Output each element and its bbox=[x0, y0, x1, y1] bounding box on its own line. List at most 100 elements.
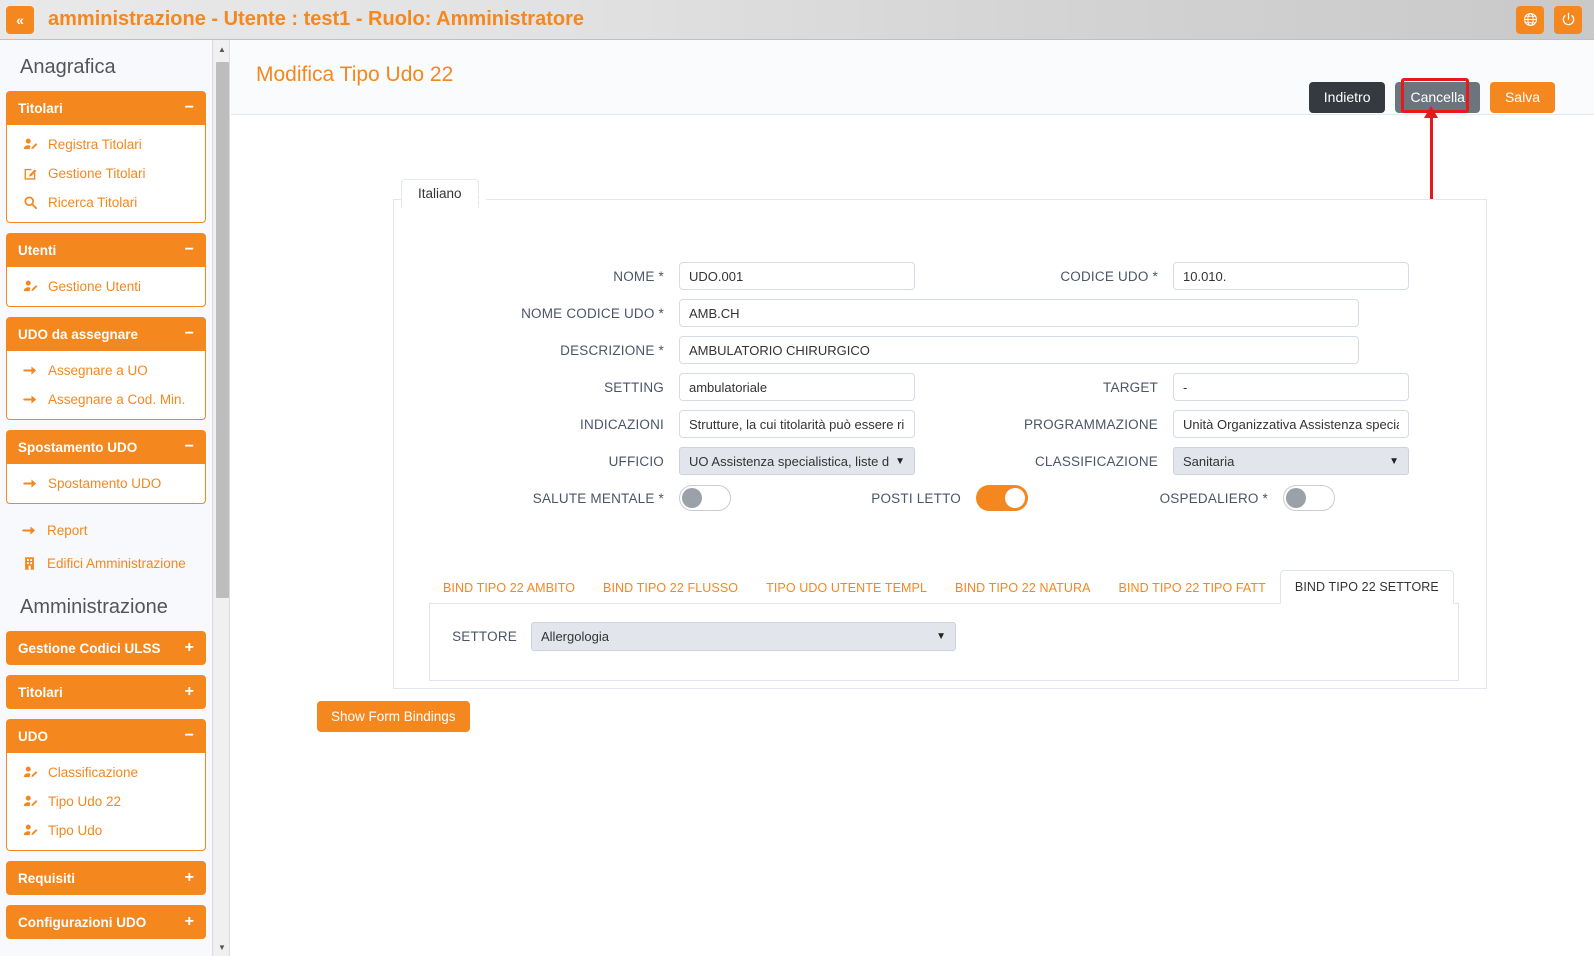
tab-bind-tipo-22-tipo-fatt[interactable]: BIND TIPO 22 TIPO FATT bbox=[1105, 573, 1280, 603]
sidebar-group-label: Utenti bbox=[18, 242, 57, 258]
scrollbar-thumb[interactable] bbox=[216, 62, 229, 598]
scroll-down-arrow-icon[interactable]: ▼ bbox=[213, 938, 231, 956]
sidebar-item-label: Classificazione bbox=[48, 765, 139, 780]
sidebar-item-edifici-amministrazione[interactable]: Edifici Amministrazione bbox=[6, 547, 206, 580]
tab-bind-tipo-22-settore[interactable]: BIND TIPO 22 SETTORE bbox=[1279, 570, 1454, 604]
collapse-icon: − bbox=[184, 241, 194, 258]
sidebar-item-registra-titolari[interactable]: Registra Titolari bbox=[7, 130, 205, 159]
sidebar-item-tipo-udo[interactable]: Tipo Udo bbox=[7, 816, 205, 845]
bind-tab-panel: SETTORE Allergologia ▼ bbox=[429, 604, 1459, 681]
user-edit-icon bbox=[21, 137, 39, 152]
sidebar-item-gestione-utenti[interactable]: Gestione Utenti bbox=[7, 272, 205, 301]
globe-icon bbox=[1523, 13, 1537, 26]
ospedaliero-label: OSPEDALIERO * bbox=[1159, 490, 1268, 506]
sidebar-group: Utenti − Gestione Utenti bbox=[6, 233, 206, 307]
sidebar-item-label: Tipo Udo 22 bbox=[48, 794, 122, 809]
sidebar-item-assegnare-a-uo[interactable]: Assegnare a UO bbox=[7, 356, 205, 385]
sidebar-group-body: Spostamento UDO bbox=[6, 464, 206, 504]
search-icon bbox=[23, 196, 37, 210]
expand-icon: + bbox=[184, 913, 194, 930]
cancel-button[interactable]: Cancella bbox=[1395, 82, 1480, 113]
sidebar: Anagrafica Titolari − Registra Titolari Gest… bbox=[0, 40, 212, 956]
sidebar-group-header-requisiti[interactable]: Requisiti + bbox=[6, 861, 206, 895]
tab-bind-tipo-22-flusso[interactable]: BIND TIPO 22 FLUSSO bbox=[589, 573, 752, 603]
tab-bind-tipo-22-ambito[interactable]: BIND TIPO 22 AMBITO bbox=[429, 573, 589, 603]
sidebar-item-gestione-titolari[interactable]: Gestione Titolari bbox=[7, 159, 205, 188]
tab-tipo-udo-utente-templ[interactable]: TIPO UDO UTENTE TEMPL bbox=[752, 573, 941, 603]
back-button[interactable]: Indietro bbox=[1308, 82, 1386, 113]
sidebar-item-label: Ricerca Titolari bbox=[48, 195, 138, 210]
sidebar-collapse-button[interactable]: « bbox=[6, 5, 34, 34]
logout-power-button[interactable] bbox=[1554, 5, 1582, 34]
sidebar-group-header-gestione-codici-ulss[interactable]: Gestione Codici ULSS + bbox=[6, 631, 206, 665]
sidebar-group: Gestione Codici ULSS + bbox=[6, 631, 206, 665]
arrow-right-icon bbox=[22, 395, 36, 404]
sidebar-group-header-udo-da-assegnare[interactable]: UDO da assegnare − bbox=[6, 317, 206, 351]
arrow-right-icon bbox=[21, 476, 39, 491]
sidebar-group: UDO − Classificazione Tipo Udo 22 Tipo Udo bbox=[6, 719, 206, 851]
show-form-bindings-button[interactable]: Show Form Bindings bbox=[317, 701, 470, 732]
sidebar-item-tipo-udo-22[interactable]: Tipo Udo 22 bbox=[7, 787, 205, 816]
sidebar-item-ricerca-titolari[interactable]: Ricerca Titolari bbox=[7, 188, 205, 217]
sidebar-group: Titolari + bbox=[6, 675, 206, 709]
arrow-right-icon bbox=[22, 479, 36, 488]
toggle-knob bbox=[1005, 488, 1025, 508]
bind-tab-list: BIND TIPO 22 AMBITO BIND TIPO 22 FLUSSO TI… bbox=[429, 568, 1459, 604]
sidebar-scrollbar[interactable]: ▲ ▼ bbox=[212, 40, 230, 956]
sidebar-item-classificazione[interactable]: Classificazione bbox=[7, 758, 205, 787]
sidebar-item-report[interactable]: Report bbox=[6, 514, 206, 547]
posti-letto-label: POSTI LETTO bbox=[871, 490, 961, 506]
field-row-settore: SETTORE Allergologia ▼ bbox=[442, 622, 956, 651]
sidebar-group-header-udo[interactable]: UDO − bbox=[6, 719, 206, 753]
sidebar-group-header-spostamento-udo[interactable]: Spostamento UDO − bbox=[6, 430, 206, 464]
settore-label: SETTORE bbox=[452, 629, 517, 644]
nome-input[interactable] bbox=[679, 262, 915, 290]
ufficio-label: UFFICIO bbox=[608, 453, 664, 469]
scroll-up-arrow-icon[interactable]: ▲ bbox=[213, 40, 231, 58]
top-bar: « amministrazione - Utente : test1 - Ruo… bbox=[0, 0, 1594, 40]
sidebar-item-assegnare-a-cod-min-[interactable]: Assegnare a Cod. Min. bbox=[7, 385, 205, 414]
sidebar-group-label: UDO da assegnare bbox=[18, 326, 139, 342]
tab-bind-tipo-22-natura[interactable]: BIND TIPO 22 NATURA bbox=[941, 573, 1105, 603]
salute-mentale-toggle[interactable] bbox=[679, 485, 731, 511]
user-edit-icon bbox=[21, 765, 39, 780]
sidebar-item-label: Registra Titolari bbox=[48, 137, 142, 152]
classificazione-select-value: Sanitaria bbox=[1183, 453, 1235, 469]
indicazioni-input[interactable] bbox=[679, 410, 915, 438]
sidebar-group-label: Gestione Codici ULSS bbox=[18, 640, 161, 656]
descrizione-input[interactable] bbox=[679, 336, 1359, 364]
save-button[interactable]: Salva bbox=[1489, 82, 1555, 113]
user-edit-icon bbox=[21, 823, 39, 838]
sidebar-item-label: Spostamento UDO bbox=[48, 476, 162, 491]
sidebar-group-header-titolari[interactable]: Titolari − bbox=[6, 91, 206, 125]
sidebar-group-header-utenti[interactable]: Utenti − bbox=[6, 233, 206, 267]
sidebar-group-body: Registra Titolari Gestione Titolari Ricerc… bbox=[6, 125, 206, 223]
sidebar-item-spostamento-udo[interactable]: Spostamento UDO bbox=[7, 469, 205, 498]
language-tab-italiano[interactable]: Italiano bbox=[401, 179, 479, 208]
sidebar-group-header-titolari[interactable]: Titolari + bbox=[6, 675, 206, 709]
target-label: TARGET bbox=[1103, 379, 1158, 395]
posti-letto-toggle[interactable] bbox=[976, 485, 1028, 511]
sidebar-item-label: Edifici Amministrazione bbox=[47, 556, 186, 571]
sidebar-group-label: Titolari bbox=[18, 100, 63, 116]
nome-codice-udo-input[interactable] bbox=[679, 299, 1359, 327]
sidebar-group-body: Assegnare a UO Assegnare a Cod. Min. bbox=[6, 351, 206, 420]
target-input[interactable] bbox=[1173, 373, 1409, 401]
language-globe-button[interactable] bbox=[1516, 5, 1544, 34]
collapse-icon: − bbox=[184, 438, 194, 455]
programmazione-input[interactable] bbox=[1173, 410, 1409, 438]
ospedaliero-toggle[interactable] bbox=[1283, 485, 1335, 511]
sidebar-item-label: Assegnare a Cod. Min. bbox=[48, 392, 186, 407]
sidebar-group-header-configurazioni-udo[interactable]: Configurazioni UDO + bbox=[6, 905, 206, 939]
user-edit-icon bbox=[21, 794, 39, 809]
classificazione-label: CLASSIFICAZIONE bbox=[1034, 453, 1158, 469]
codice-udo-input[interactable] bbox=[1173, 262, 1409, 290]
settore-select[interactable]: Allergologia ▼ bbox=[531, 622, 956, 651]
nome-label: NOME * bbox=[613, 268, 664, 284]
sidebar-group-label: Requisiti bbox=[18, 870, 76, 886]
ufficio-select[interactable]: UO Assistenza specialistica, liste d ▼ bbox=[679, 447, 915, 475]
setting-input[interactable] bbox=[679, 373, 915, 401]
page-title: Modifica Tipo Udo 22 bbox=[256, 63, 454, 86]
field-row-nome: NOME * CODICE UDO * bbox=[394, 262, 1409, 290]
classificazione-select[interactable]: Sanitaria ▼ bbox=[1173, 447, 1409, 475]
